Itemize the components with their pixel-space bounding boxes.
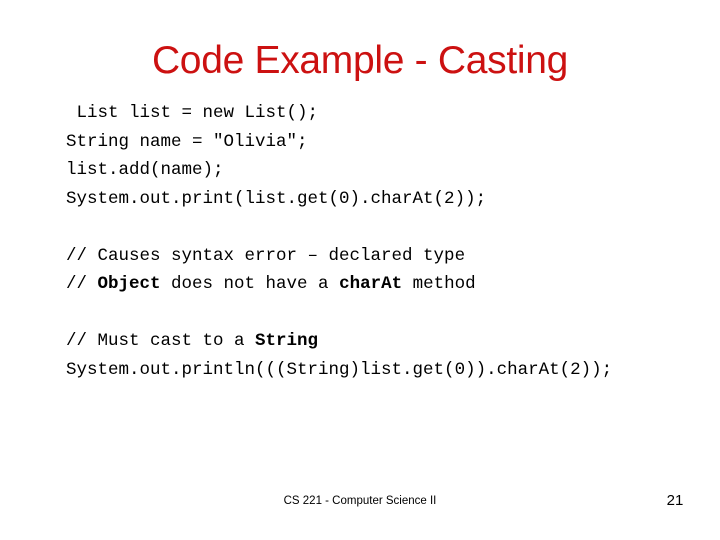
code-line: // Object does not have a charAt method: [66, 270, 714, 299]
code-token: //: [66, 274, 98, 294]
code-line: String name = "Olivia";: [66, 128, 714, 157]
page-title: Code Example - Casting: [151, 39, 569, 83]
slide: Code Example - Casting List list = new L…: [0, 0, 720, 540]
code-block: List list = new List(); String name = "Ol…: [66, 99, 714, 384]
code-token: List list = new List();: [66, 103, 319, 123]
footer-course-label: CS 221 - Computer Science II: [283, 495, 437, 507]
code-token: // Causes syntax error – declared type: [66, 245, 466, 266]
code-token-emphasis: Object: [97, 274, 161, 294]
code-token: String name = "Olivia";: [66, 131, 308, 152]
slide-number: 21: [666, 492, 684, 509]
code-token: System.out.print(list.get(0).charAt(2));: [66, 188, 487, 209]
code-token-emphasis: String: [255, 331, 319, 351]
code-token: // Must cast to a: [66, 331, 256, 351]
code-line: List list = new List();: [66, 99, 714, 128]
code-line: System.out.println(((String)list.get(0))…: [66, 356, 714, 385]
code-token: list.add(name);: [66, 160, 224, 180]
code-token: System.out.println(((String)list.get(0))…: [66, 359, 613, 380]
code-token: method: [402, 274, 476, 294]
code-line: // Must cast to a String: [66, 327, 714, 356]
code-token-emphasis: charAt: [339, 274, 403, 294]
code-line: // Causes syntax error – declared type: [66, 242, 714, 271]
code-line: System.out.print(list.get(0).charAt(2));: [66, 185, 714, 214]
code-line: list.add(name);: [66, 156, 714, 185]
code-token: does not have a: [160, 274, 340, 294]
